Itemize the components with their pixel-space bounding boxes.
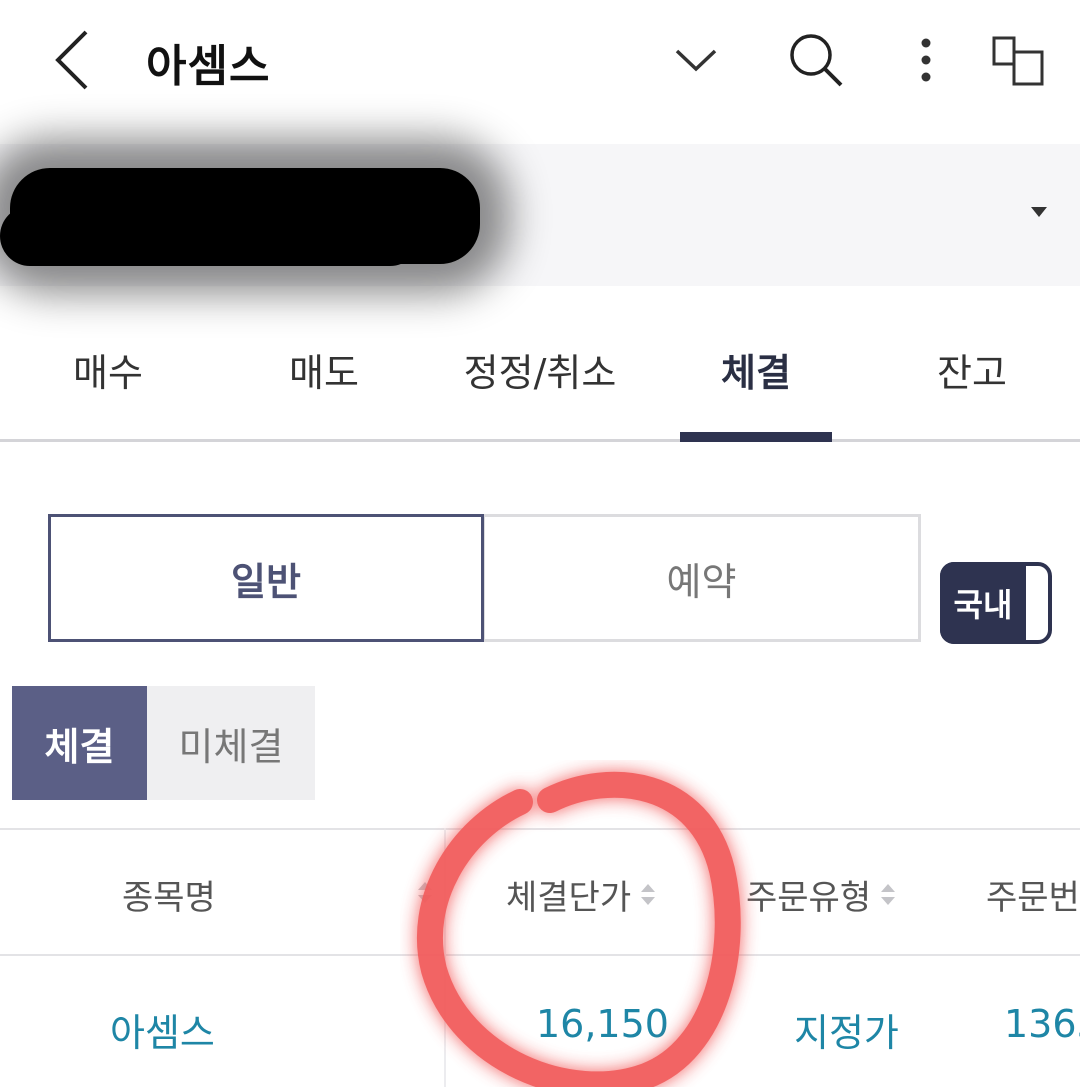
- app-bar: 아셈스: [0, 0, 1080, 120]
- column-header-label: 주문유형: [746, 878, 872, 918]
- column-header-stock-name[interactable]: 종목명: [122, 870, 216, 919]
- active-tab-indicator: [680, 432, 832, 442]
- page-title: 아셈스: [146, 41, 271, 92]
- table-header: 종목명 체결단가 주문유형 주문번: [0, 828, 1080, 956]
- caret-down-icon[interactable]: [1031, 207, 1047, 217]
- more-vertical-icon: [921, 38, 931, 82]
- tab-buy[interactable]: 매수: [0, 342, 216, 397]
- tab-sell[interactable]: 매도: [216, 342, 432, 397]
- tab-modify-cancel[interactable]: 정정/취소: [432, 342, 648, 397]
- chevron-down-icon: [675, 49, 717, 72]
- subtab-unfilled[interactable]: 미체결: [147, 686, 315, 800]
- segment-reserved[interactable]: 예약: [482, 514, 921, 642]
- tab-executions[interactable]: 체결: [648, 342, 864, 397]
- back-button[interactable]: [40, 22, 104, 98]
- search-button[interactable]: [780, 24, 852, 96]
- tab-balance[interactable]: 잔고: [864, 342, 1080, 397]
- dropdown-button[interactable]: [660, 24, 732, 96]
- cell-stock-name[interactable]: 아셈스: [110, 1002, 215, 1057]
- multi-window-button[interactable]: [984, 24, 1056, 96]
- table-row[interactable]: 아셈스 16,150 지정가 1365: [0, 958, 1080, 1087]
- search-icon: [790, 34, 843, 87]
- window-icon: [992, 36, 1044, 86]
- cell-order-number: 1365: [1004, 1002, 1080, 1046]
- column-header-label: 체결단가: [506, 878, 632, 918]
- cell-exec-price: 16,150: [536, 1002, 669, 1046]
- cell-order-type: 지정가: [794, 1011, 899, 1055]
- sort-icon[interactable]: [418, 882, 432, 903]
- segment-general[interactable]: 일반: [48, 514, 484, 642]
- column-header-exec-price[interactable]: 체결단가: [506, 870, 656, 919]
- column-header-label: 종목명: [122, 878, 216, 918]
- subtab-filled[interactable]: 체결: [12, 686, 147, 800]
- market-toggle[interactable]: 국내: [940, 562, 1052, 644]
- redacted-account-scribble: [0, 206, 420, 266]
- sort-icon: [881, 884, 896, 905]
- column-header-label: 주문번: [986, 878, 1080, 918]
- market-toggle-label: 국내: [940, 562, 1026, 644]
- more-button[interactable]: [890, 24, 962, 96]
- column-header-order-number[interactable]: 주문번: [986, 870, 1080, 919]
- main-tab-bar: 매수 매도 정정/취소 체결 잔고: [0, 318, 1080, 442]
- back-icon: [55, 30, 88, 90]
- sort-icon: [641, 884, 656, 905]
- column-header-order-type[interactable]: 주문유형: [746, 870, 896, 919]
